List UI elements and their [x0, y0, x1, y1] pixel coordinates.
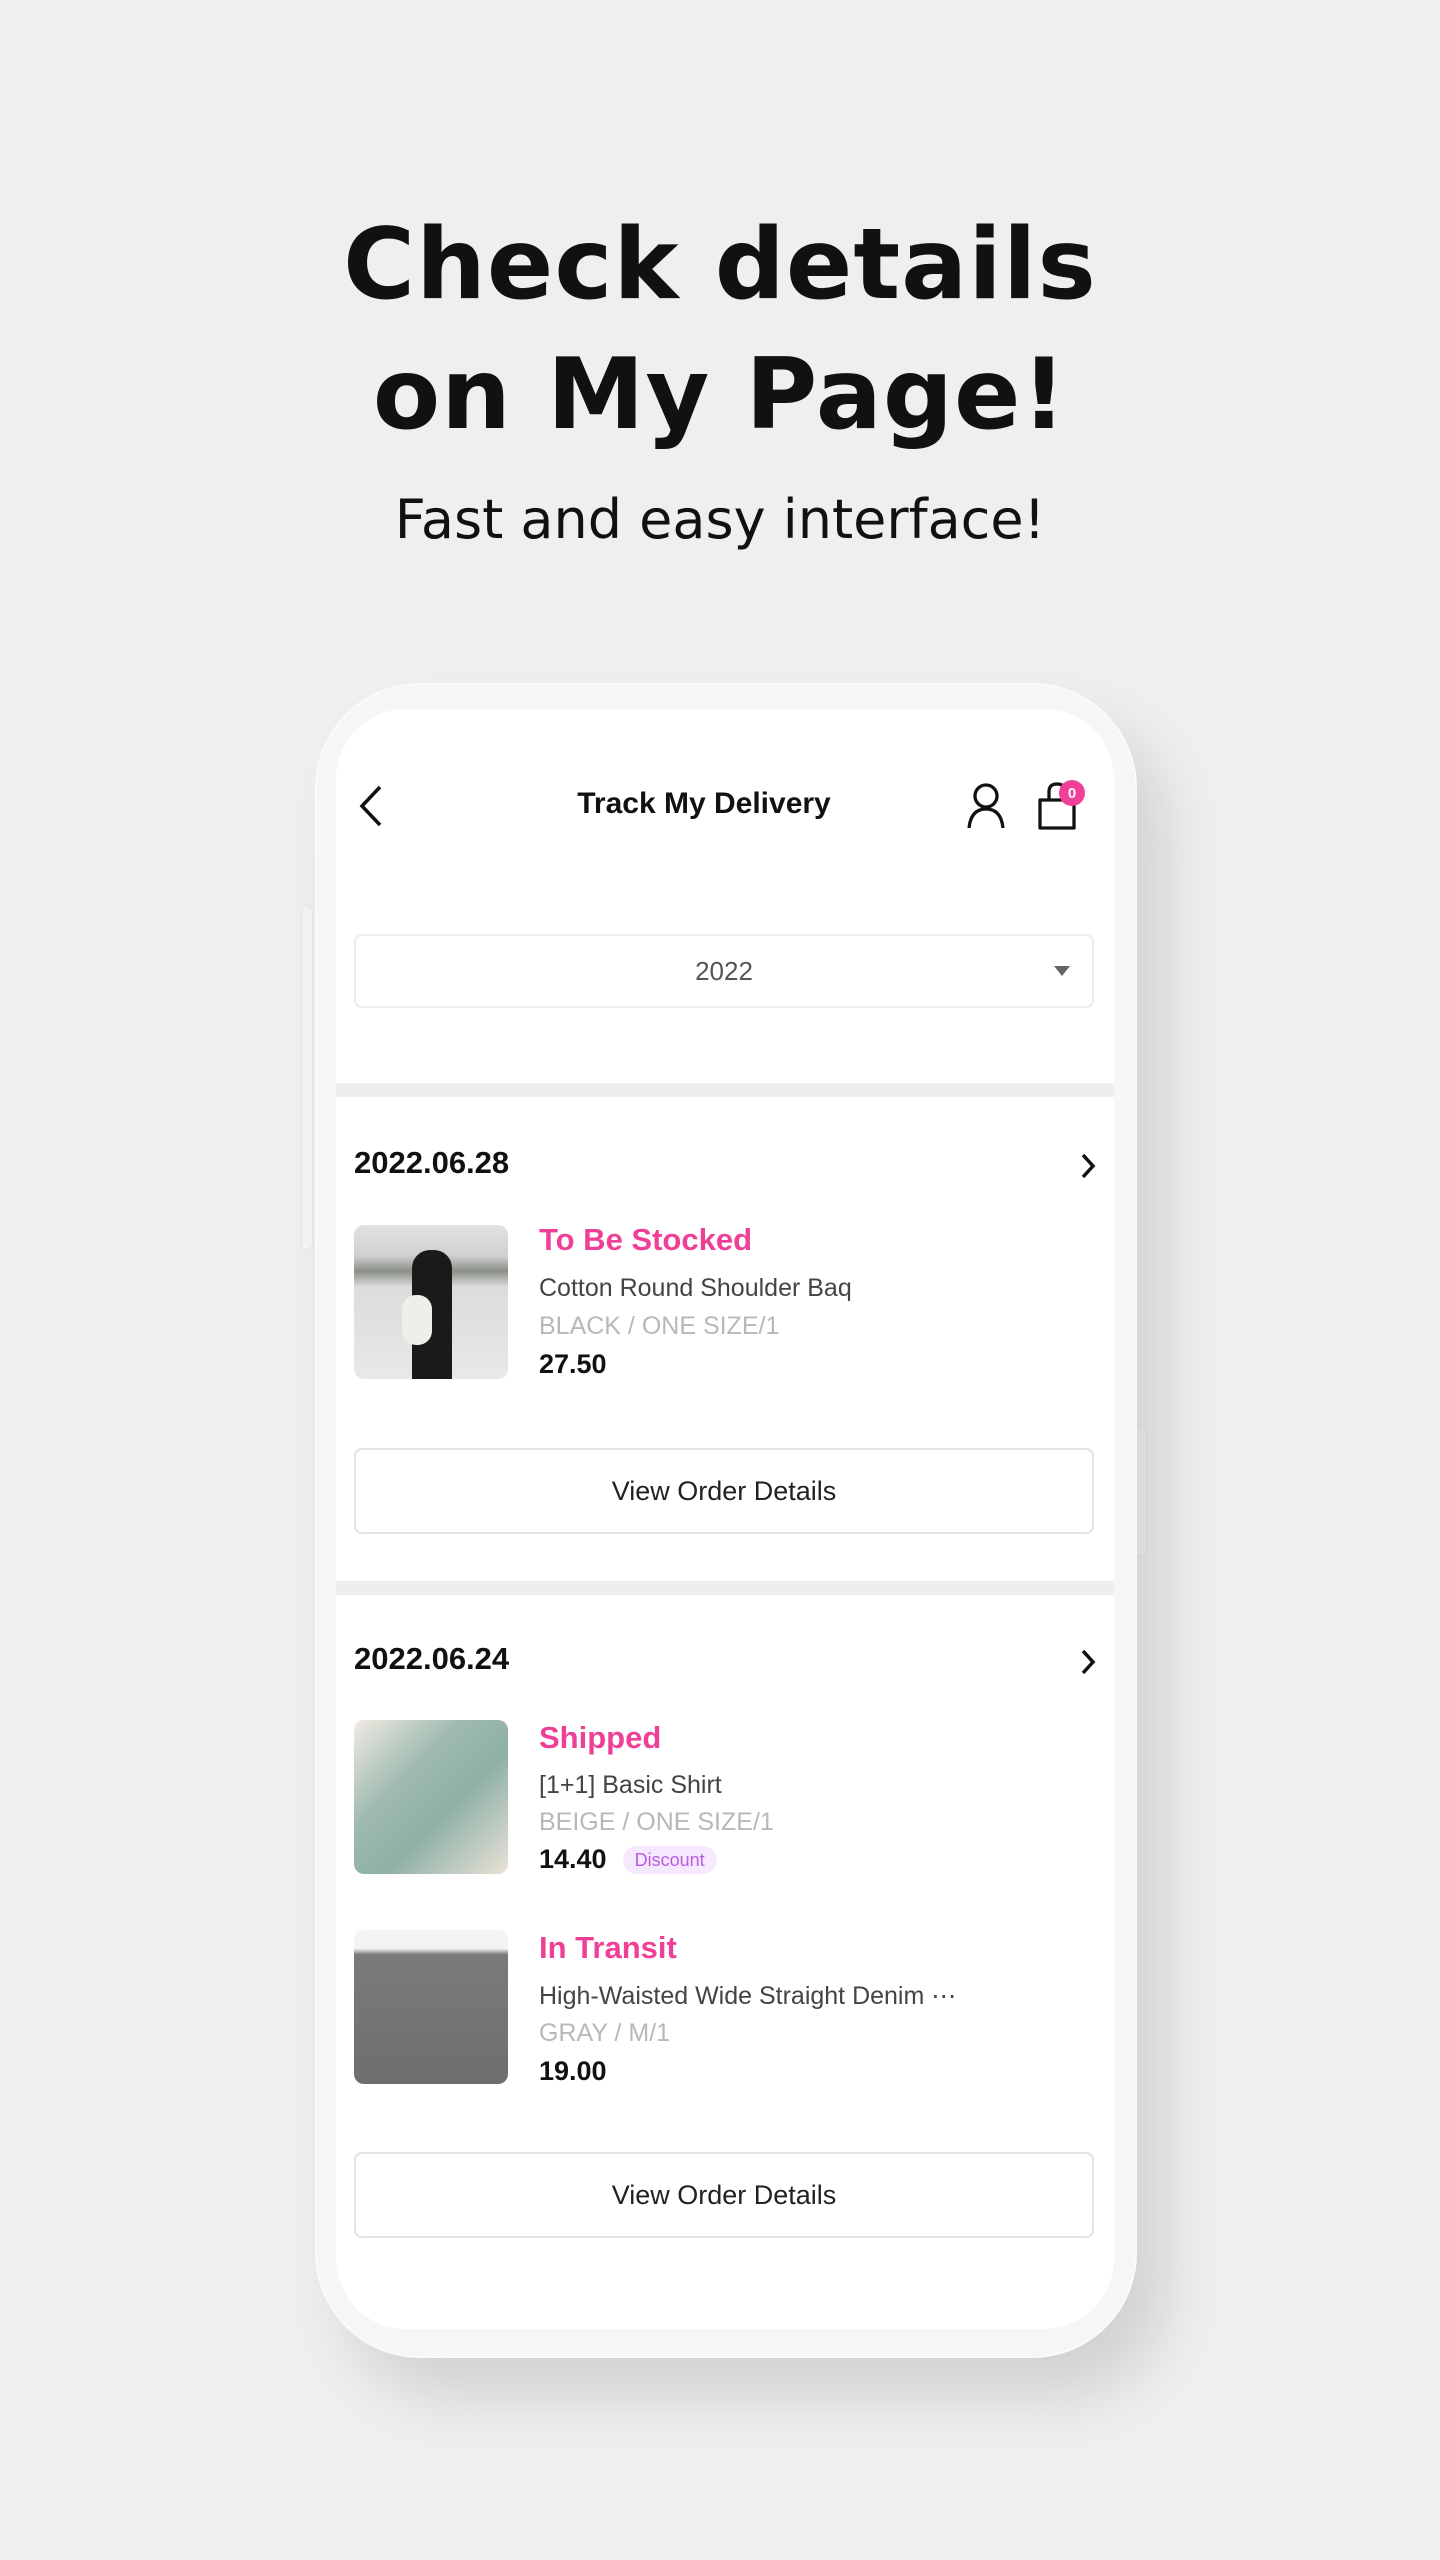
order-date: 2022.06.28 [354, 1145, 510, 1180]
cart-button[interactable]: 0 [1036, 780, 1085, 832]
order-date: 2022.06.24 [354, 1641, 510, 1676]
cart-count-badge: 0 [1059, 780, 1085, 806]
page-title: Track My Delivery [577, 787, 831, 820]
product-price: 14.40 [539, 1844, 607, 1874]
section-divider [336, 1581, 1114, 1595]
promo-subtitle: Fast and easy interface! [394, 488, 1046, 551]
product-price: 27.50 [539, 1349, 607, 1379]
year-select-value: 2022 [695, 955, 753, 986]
product-price: 19.00 [539, 2056, 607, 2086]
order-status: To Be Stocked [539, 1222, 753, 1257]
chevron-left-icon [359, 785, 382, 827]
product-image[interactable] [354, 1225, 508, 1379]
headline-line-1: Check details [343, 208, 1097, 322]
my-page-button[interactable] [966, 782, 1006, 830]
year-select[interactable]: 2022 [354, 934, 1094, 1008]
view-order-details-button[interactable]: View Order Details [354, 1448, 1094, 1534]
product-name[interactable]: High-Waisted Wide Straight Denim ⋯ [539, 1981, 956, 2011]
product-image[interactable] [354, 1930, 508, 2084]
back-button[interactable] [352, 783, 392, 829]
product-variant: BLACK / ONE SIZE/1 [539, 1312, 780, 1340]
chevron-right-icon[interactable] [1078, 1648, 1098, 1676]
product-name[interactable]: [1+1] Basic Shirt [539, 1771, 722, 1800]
product-price-row: 14.40 Discount [539, 1844, 717, 1875]
product-name[interactable]: Cotton Round Shoulder Baq [539, 1274, 852, 1303]
discount-badge: Discount [622, 1846, 717, 1875]
caret-down-icon [1054, 966, 1070, 976]
product-variant: GRAY / M/1 [539, 2019, 671, 2047]
order-status: In Transit [539, 1930, 677, 1965]
chevron-right-icon[interactable] [1078, 1152, 1098, 1180]
section-divider [336, 1083, 1114, 1097]
headline-line-2: on My Page! [372, 338, 1068, 452]
phone-side-button-left [302, 906, 312, 1249]
product-variant: BEIGE / ONE SIZE/1 [539, 1808, 774, 1836]
user-icon [967, 783, 1005, 829]
order-status: Shipped [539, 1720, 662, 1755]
promo-headline: Check details on My Page! [0, 200, 1440, 460]
product-image[interactable] [354, 1720, 508, 1874]
view-order-details-button[interactable]: View Order Details [354, 2152, 1094, 2238]
